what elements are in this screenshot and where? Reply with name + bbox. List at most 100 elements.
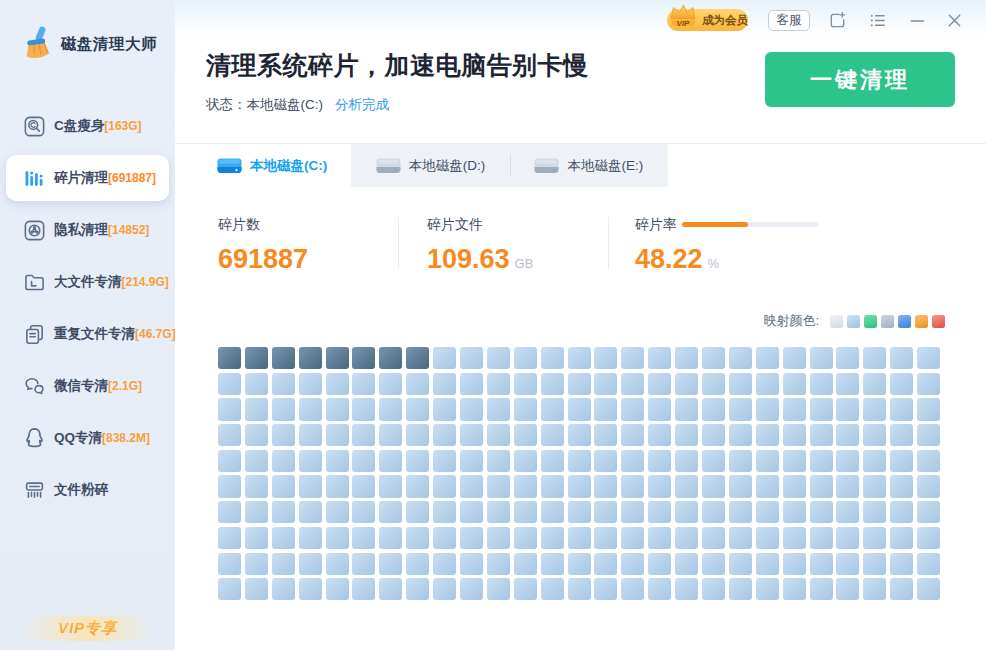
fragmap-cell-normal bbox=[756, 527, 779, 549]
fragmap-cell-normal bbox=[648, 450, 671, 472]
fragmap-cell-normal bbox=[675, 450, 698, 472]
fragmap-cell-normal bbox=[917, 475, 940, 497]
sidebar-item-privacy-clean[interactable]: 隐私清理 [14852] bbox=[0, 204, 175, 256]
menu-icon[interactable] bbox=[868, 11, 887, 30]
fragmap-cell-normal bbox=[433, 527, 456, 549]
close-icon[interactable] bbox=[945, 11, 964, 30]
fragmap-cell-normal bbox=[272, 450, 295, 472]
sidebar-item-wechat-clean[interactable]: 微信专清 [2.1G] bbox=[0, 360, 175, 412]
fragmap-cell-normal bbox=[756, 578, 779, 600]
fragmap-cell-normal bbox=[863, 475, 886, 497]
fragmap-cell-normal bbox=[810, 373, 833, 395]
feedback-icon[interactable] bbox=[828, 11, 847, 30]
qq-penguin-icon bbox=[24, 428, 45, 449]
stat-divider bbox=[398, 217, 399, 269]
fragmap-cell-normal bbox=[810, 527, 833, 549]
sidebar-item-count: [2.1G] bbox=[108, 379, 142, 393]
sidebar-item-label: 大文件专清 bbox=[54, 273, 122, 291]
fragmap-cell-normal bbox=[917, 424, 940, 446]
sidebar-item-file-shred[interactable]: 文件粉碎 bbox=[0, 464, 175, 516]
duplicate-files-icon bbox=[24, 324, 45, 345]
fragmap-cell-normal bbox=[783, 424, 806, 446]
sidebar-item-defrag[interactable]: 碎片清理 [691887] bbox=[6, 155, 169, 201]
fragmap-cell-normal bbox=[594, 578, 617, 600]
fragmap-cell-normal bbox=[326, 398, 349, 420]
tab-disk-d[interactable]: 本地磁盘(D:) bbox=[351, 144, 509, 187]
fragmap-cell-normal bbox=[352, 398, 375, 420]
defrag-bars-icon bbox=[24, 168, 45, 189]
fragmap-cell-normal bbox=[756, 424, 779, 446]
fragmap-cell-normal bbox=[326, 475, 349, 497]
sidebar-item-qq-clean[interactable]: QQ专清 [838.2M] bbox=[0, 412, 175, 464]
minimize-icon[interactable] bbox=[908, 11, 927, 30]
fragmap-cell-normal bbox=[218, 553, 241, 575]
fragmap-cell-normal bbox=[514, 578, 537, 600]
fragmap-cell-normal bbox=[863, 373, 886, 395]
tab-label: 本地磁盘(D:) bbox=[409, 157, 486, 175]
fragmap-cell-normal bbox=[836, 373, 859, 395]
fragmap-cell-normal bbox=[594, 398, 617, 420]
sidebar-item-duplicate-clean[interactable]: 重复文件专清 [46.7G] bbox=[0, 308, 175, 360]
analysis-complete-link[interactable]: 分析完成 bbox=[335, 96, 389, 114]
stat-fragment-files-label: 碎片文件 bbox=[427, 216, 483, 234]
fragmap-cell-normal bbox=[890, 398, 913, 420]
fragmap-cell-normal bbox=[460, 424, 483, 446]
tab-disk-c[interactable]: 本地磁盘(C:) bbox=[193, 144, 351, 187]
fragmap-cell-normal bbox=[514, 347, 537, 369]
fragmap-cell-normal bbox=[783, 578, 806, 600]
fragmap-cell-normal bbox=[514, 398, 537, 420]
fragmap-cell-normal bbox=[326, 424, 349, 446]
privacy-reel-icon bbox=[24, 220, 45, 241]
fragmap-cell-normal bbox=[675, 475, 698, 497]
fragmap-cell-normal bbox=[783, 347, 806, 369]
fragmap-cell-normal bbox=[756, 347, 779, 369]
fragmap-cell-normal bbox=[648, 347, 671, 369]
fragmap-cell-normal bbox=[433, 475, 456, 497]
tab-disk-e[interactable]: 本地磁盘(E:) bbox=[510, 144, 668, 187]
app-title: 磁盘清理大师 bbox=[61, 34, 157, 55]
fragmap-cell-normal bbox=[729, 578, 752, 600]
stat-fragment-rate-label: 碎片率 bbox=[635, 216, 677, 234]
stat-fragment-rate-unit: % bbox=[708, 256, 720, 271]
sidebar-item-big-file-clean[interactable]: 大文件专清 [214.9G] bbox=[0, 256, 175, 308]
fragmap-cell-normal bbox=[863, 527, 886, 549]
fragmap-cell-normal bbox=[594, 475, 617, 497]
fragmap-cell-normal bbox=[379, 450, 402, 472]
fragmap-cell-normal bbox=[836, 553, 859, 575]
fragmap-cell-normal bbox=[541, 578, 564, 600]
fragmap-cell-normal bbox=[218, 501, 241, 523]
stat-fragment-files-unit: GB bbox=[515, 256, 534, 271]
fragmap-cell-normal bbox=[783, 553, 806, 575]
fragmap-cell-normal bbox=[272, 424, 295, 446]
fragmap-cell-normal bbox=[406, 553, 429, 575]
fragmap-cell-normal bbox=[836, 578, 859, 600]
fragmap-cell-normal bbox=[783, 373, 806, 395]
fragmap-cell-normal bbox=[810, 424, 833, 446]
fragmap-cell-normal bbox=[352, 578, 375, 600]
fragmap-cell-normal bbox=[406, 398, 429, 420]
fragmap-cell-normal bbox=[890, 553, 913, 575]
become-vip-button[interactable]: VIP 成为会员 bbox=[667, 9, 748, 31]
fragmap-cell-normal bbox=[702, 424, 725, 446]
vip-footer[interactable]: VIP专享 bbox=[0, 619, 175, 638]
fragmap-cell-normal bbox=[218, 424, 241, 446]
fragmap-cell-normal bbox=[433, 501, 456, 523]
fragmap-cell-normal bbox=[756, 501, 779, 523]
fragmap-cell-normal bbox=[890, 578, 913, 600]
fragmap-cell-normal bbox=[568, 347, 591, 369]
fragmap-cell-fragmented bbox=[326, 347, 349, 369]
fragmap-cell-normal bbox=[460, 527, 483, 549]
fragmap-cell-normal bbox=[702, 501, 725, 523]
fragmap-cell-normal bbox=[594, 424, 617, 446]
fragmap-cell-normal bbox=[863, 424, 886, 446]
fragmap-cell-normal bbox=[917, 450, 940, 472]
one-click-clean-button[interactable]: 一键清理 bbox=[765, 52, 955, 107]
sidebar-item-c-drive-slim[interactable]: C盘瘦身 [163G] bbox=[0, 100, 175, 152]
fragmap-cell-normal bbox=[460, 398, 483, 420]
disk-icon bbox=[376, 155, 401, 176]
fragmap-cell-normal bbox=[218, 450, 241, 472]
support-button[interactable]: 客服 bbox=[768, 10, 810, 31]
fragmap-cell-normal bbox=[299, 553, 322, 575]
fragmap-cell-normal bbox=[917, 373, 940, 395]
fragmap-cell-normal bbox=[299, 501, 322, 523]
